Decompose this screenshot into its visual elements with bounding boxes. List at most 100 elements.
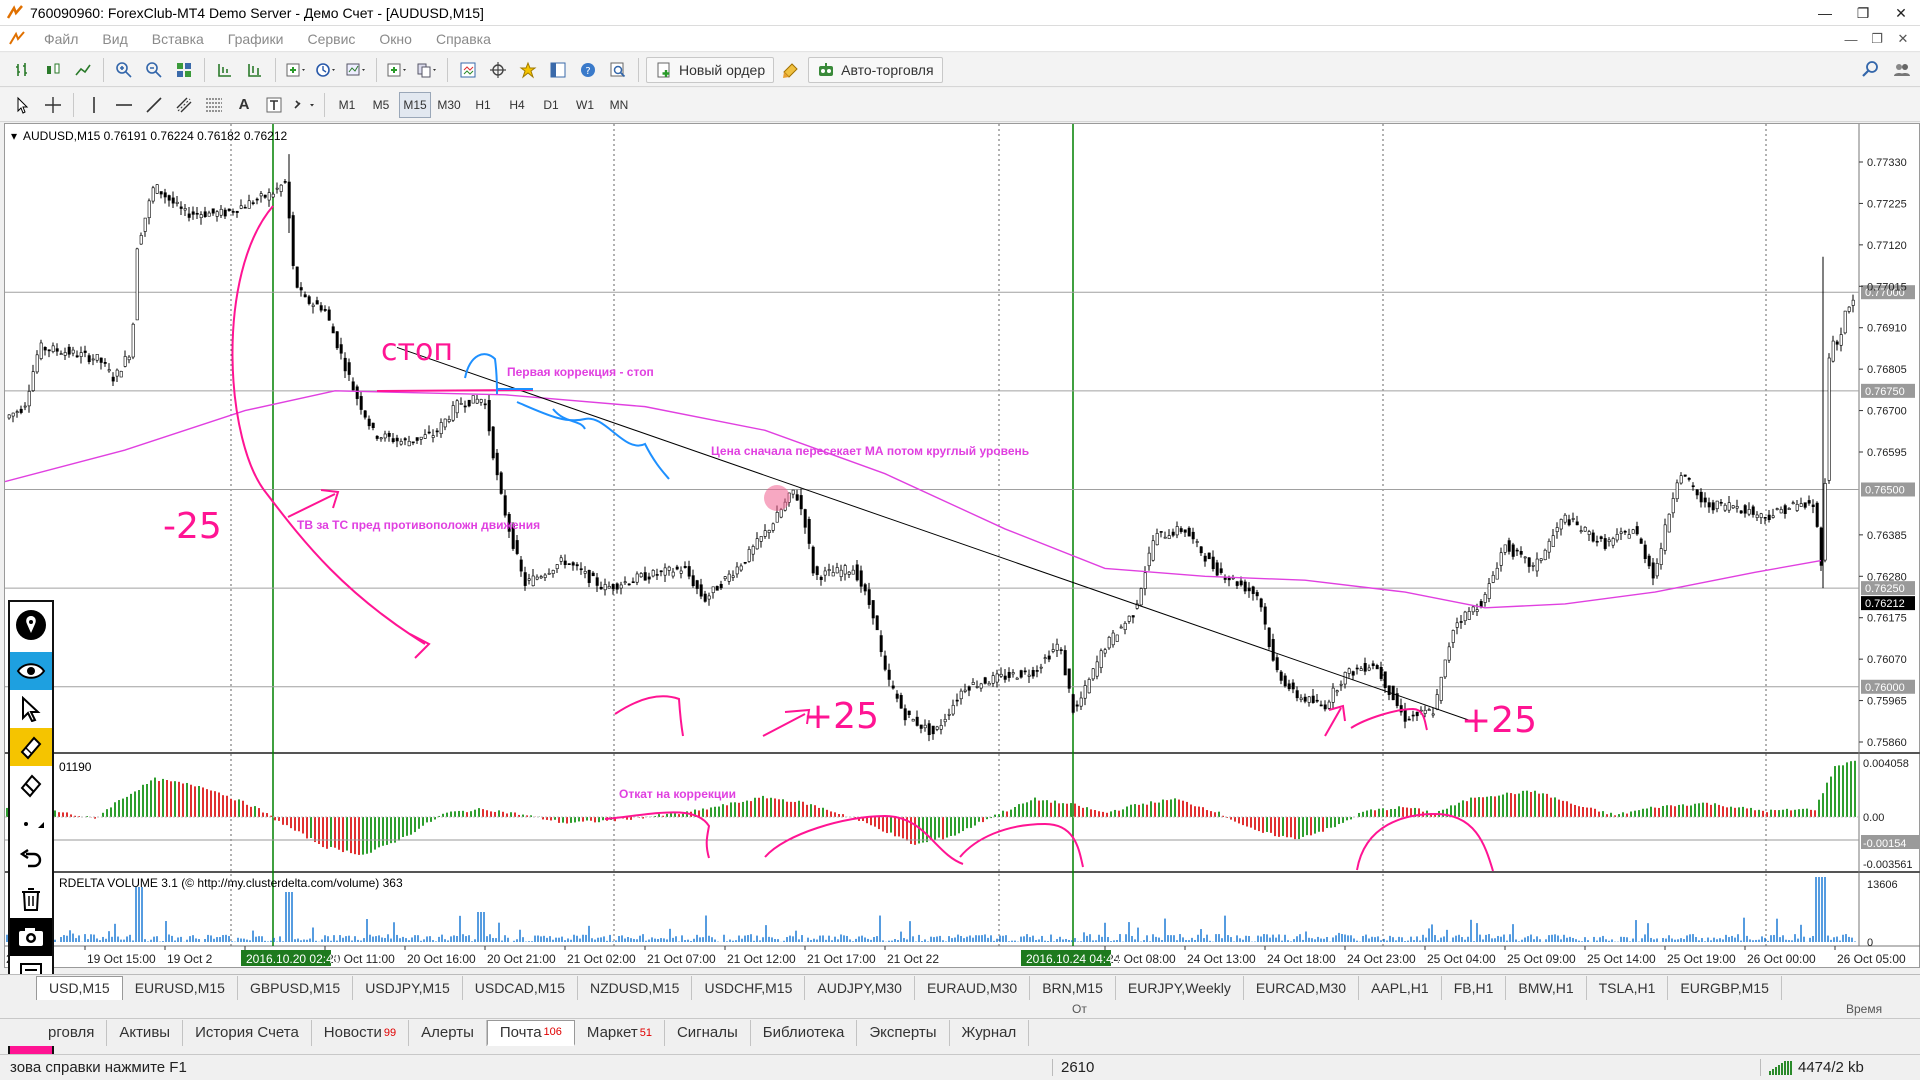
candle-body (1459, 621, 1463, 623)
terminal-tab[interactable]: Библиотека (751, 1019, 858, 1046)
symbol-tab[interactable]: NZDUSD,M15 (578, 975, 693, 1000)
terminal-tab[interactable]: История Счета (183, 1019, 312, 1046)
strategy-tester-icon[interactable]: ? (575, 57, 601, 83)
pointer-icon[interactable] (10, 690, 52, 728)
timeframe-m30[interactable]: M30 (433, 92, 465, 118)
text-label-icon[interactable] (261, 92, 287, 118)
close-icon[interactable]: ✕ (1882, 0, 1920, 26)
timeframe-h1[interactable]: H1 (467, 92, 499, 118)
candle-body (1791, 502, 1795, 505)
highlighter-icon[interactable] (10, 728, 52, 766)
terminal-tab[interactable]: Алерты (409, 1019, 487, 1046)
camera-icon[interactable] (10, 918, 52, 956)
menu-file[interactable]: Файл (32, 31, 90, 47)
minimize-icon[interactable]: — (1806, 0, 1844, 26)
terminal-tab[interactable]: Эксперты (857, 1019, 950, 1046)
pen-logo-icon[interactable] (10, 606, 52, 644)
autoscroll-icon[interactable] (242, 57, 268, 83)
trendline-icon[interactable] (141, 92, 167, 118)
timeframe-m1[interactable]: M1 (331, 92, 363, 118)
terminal-tab[interactable]: Новости 99 (312, 1019, 410, 1046)
candle-body (35, 354, 39, 373)
market-watch-icon[interactable] (455, 57, 481, 83)
chart-window[interactable]: 0.77000 0.76750 0.76500 0.76250 0.76000 0.773… (4, 123, 1920, 968)
timeframe-h4[interactable]: H4 (501, 92, 533, 118)
crosshair-navigator-icon[interactable] (485, 57, 511, 83)
periods-icon[interactable] (313, 57, 339, 83)
terminal-tab[interactable]: Активы (107, 1019, 184, 1046)
mdi-close-icon[interactable]: ✕ (1890, 28, 1916, 50)
auto-trading-button[interactable]: Авто-торговля (808, 56, 943, 83)
eraser-icon[interactable] (10, 766, 52, 804)
symbol-tab[interactable]: GBPUSD,M15 (238, 975, 354, 1000)
restore-icon[interactable]: ❐ (1844, 0, 1882, 26)
zoom-out-icon[interactable] (141, 57, 167, 83)
symbol-tab[interactable]: EURJPY,Weekly (1116, 975, 1244, 1000)
menu-view[interactable]: Вид (90, 31, 139, 47)
terminal-tab[interactable]: Сигналы (665, 1019, 751, 1046)
cursor-icon[interactable] (10, 92, 36, 118)
symbol-tab[interactable]: EURCAD,M30 (1244, 975, 1360, 1000)
terminal-tab[interactable]: Почта 106 (486, 1019, 575, 1046)
symbol-tab[interactable]: AAPL,H1 (1359, 975, 1442, 1000)
undo-icon[interactable] (10, 842, 52, 880)
symbol-tab[interactable]: TSLA,H1 (1587, 975, 1669, 1000)
symbol-tab[interactable]: USDCHF,M15 (692, 975, 806, 1000)
mdi-restore-icon[interactable]: ❐ (1864, 28, 1890, 50)
arrows-icon[interactable] (291, 92, 317, 118)
search-toolbar-icon[interactable] (1862, 60, 1880, 81)
menu-insert[interactable]: Вставка (140, 31, 216, 47)
vertical-line-icon[interactable] (81, 92, 107, 118)
symbol-tab[interactable]: USDJPY,M15 (353, 975, 463, 1000)
symbol-tab[interactable]: FB,H1 (1442, 975, 1507, 1000)
connection-status[interactable]: 4474/2 kb (1760, 1059, 1864, 1076)
community-icon[interactable] (1892, 60, 1912, 81)
tile-windows-icon[interactable] (171, 57, 197, 83)
search-icon[interactable] (605, 57, 631, 83)
trash-icon[interactable] (10, 880, 52, 918)
timeframe-m15[interactable]: M15 (399, 91, 431, 118)
symbol-tab[interactable]: EURUSD,M15 (123, 975, 238, 1000)
symbol-tab[interactable]: EURGBP,M15 (1668, 975, 1782, 1000)
profiles-icon[interactable] (414, 57, 440, 83)
menu-window[interactable]: Окно (367, 31, 424, 47)
chart-shift-icon[interactable] (212, 57, 238, 83)
terminal-tab[interactable]: Маркет 51 (575, 1019, 665, 1046)
symbol-tab[interactable]: EURAUD,M30 (915, 975, 1031, 1000)
terminal-icon[interactable] (545, 57, 571, 83)
terminal-tab[interactable]: рговля (36, 1019, 108, 1046)
text-icon[interactable]: A (231, 92, 257, 118)
candle-chart-icon[interactable] (40, 57, 66, 83)
timeframe-d1[interactable]: D1 (535, 92, 567, 118)
menu-help[interactable]: Справка (424, 31, 503, 47)
symbol-tab[interactable]: BRN,M15 (1030, 975, 1116, 1000)
fibonacci-icon[interactable] (201, 92, 227, 118)
indicators-icon[interactable] (283, 57, 309, 83)
terminal-tab[interactable]: Журнал (950, 1019, 1030, 1046)
symbol-tab[interactable]: AUDJPY,M30 (805, 975, 915, 1000)
price-chart[interactable]: 0.770000.767500.765000.762500.760000.773… (5, 124, 1920, 969)
symbol-tab[interactable]: BMW,H1 (1506, 975, 1587, 1000)
crosshair-icon[interactable] (40, 92, 66, 118)
timeframe-w1[interactable]: W1 (569, 92, 601, 118)
favorites-icon[interactable] (515, 57, 541, 83)
timeframe-m5[interactable]: M5 (365, 92, 397, 118)
templates-icon[interactable] (343, 57, 369, 83)
metaeditor-icon[interactable] (778, 57, 804, 83)
brush-size-icon[interactable] (10, 804, 52, 842)
mdi-minimize-icon[interactable]: — (1838, 28, 1864, 50)
symbol-tab[interactable]: USDCAD,M15 (463, 975, 578, 1000)
horizontal-line-icon[interactable] (111, 92, 137, 118)
channel-icon[interactable] (171, 92, 197, 118)
document-icon[interactable] (8, 30, 26, 48)
new-chart-icon[interactable] (384, 57, 410, 83)
line-chart-icon[interactable] (70, 57, 96, 83)
menu-tools[interactable]: Сервис (295, 31, 367, 47)
menu-charts[interactable]: Графики (216, 31, 296, 47)
timeframe-mn[interactable]: MN (603, 92, 635, 118)
bar-chart-icon[interactable] (10, 57, 36, 83)
symbol-tab[interactable]: USD,M15 (36, 975, 123, 1000)
eye-icon[interactable] (10, 652, 52, 690)
new-order-button[interactable]: Новый ордер (646, 56, 775, 83)
zoom-in-icon[interactable] (111, 57, 137, 83)
